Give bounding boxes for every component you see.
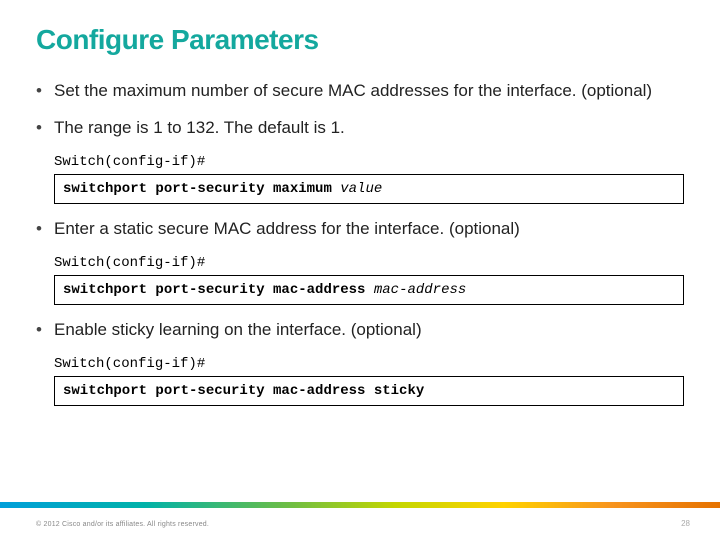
cli-command-arg: value [340, 181, 382, 197]
bullet-item: Set the maximum number of secure MAC add… [36, 80, 684, 103]
cli-prompt: Switch(config-if)# [54, 154, 684, 170]
footer-accent-bar [0, 502, 720, 508]
cli-command-bold: switchport port-security maximum [63, 181, 340, 197]
footer-copyright: © 2012 Cisco and/or its affiliates. All … [36, 521, 209, 528]
slide-content: Set the maximum number of secure MAC add… [0, 80, 720, 406]
cli-command-bold: switchport port-security mac-address [63, 282, 374, 298]
bullet-item: Enter a static secure MAC address for th… [36, 218, 684, 241]
bullet-item: Enable sticky learning on the interface.… [36, 319, 684, 342]
slide-title: Configure Parameters [0, 0, 720, 66]
page-number: 28 [681, 519, 690, 528]
cli-command-bold: switchport port-security mac-address sti… [63, 383, 424, 399]
cli-command-box: switchport port-security mac-address sti… [54, 376, 684, 406]
cli-prompt: Switch(config-if)# [54, 255, 684, 271]
bullet-item: The range is 1 to 132. The default is 1. [36, 117, 684, 140]
cli-command-box: switchport port-security mac-address mac… [54, 275, 684, 305]
cli-command-box: switchport port-security maximum value [54, 174, 684, 204]
cli-prompt: Switch(config-if)# [54, 356, 684, 372]
cli-command-arg: mac-address [374, 282, 466, 298]
